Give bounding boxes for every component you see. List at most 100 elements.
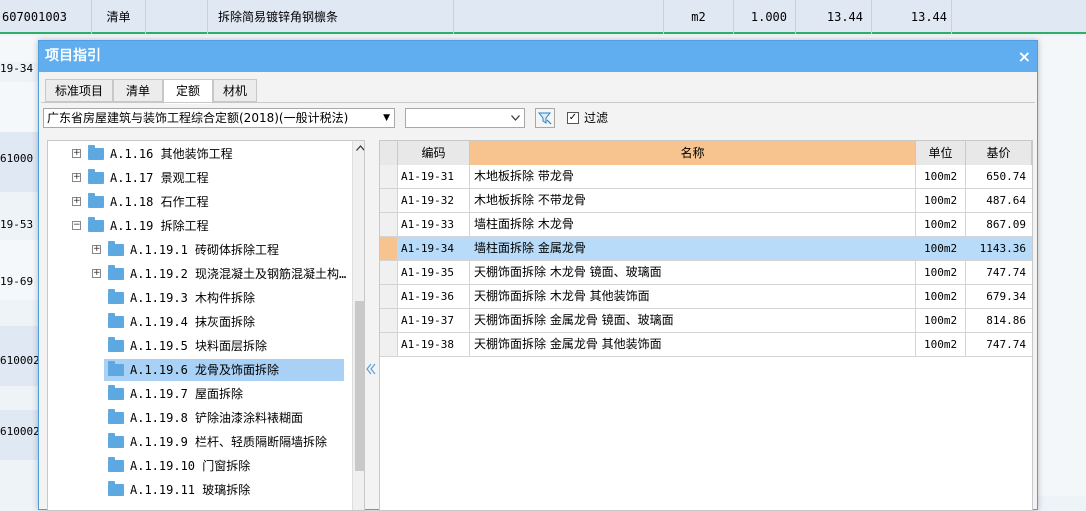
tree-item-label: A.1.19.11 玻璃拆除 bbox=[130, 483, 251, 497]
chevron-down-icon: ▼ bbox=[383, 113, 390, 123]
expand-icon[interactable]: + bbox=[72, 149, 81, 158]
expand-icon[interactable]: + bbox=[72, 173, 81, 182]
tree-item[interactable]: + A.1.19.1 砖砌体拆除工程 bbox=[48, 239, 352, 261]
cell-unit: 100m2 bbox=[916, 237, 966, 260]
cell-code: A1-19-37 bbox=[398, 309, 470, 332]
cell-name: 天棚饰面拆除 金属龙骨 镜面、玻璃面 bbox=[470, 309, 916, 332]
row-indicator[interactable] bbox=[380, 213, 398, 236]
sheet-cell-empty[interactable] bbox=[454, 0, 664, 34]
tab-materials[interactable]: 材机 bbox=[213, 79, 257, 102]
tree-item[interactable]: A.1.19.3 木构件拆除 bbox=[48, 287, 352, 309]
chevron-down-icon bbox=[511, 115, 520, 121]
tab-standard-items[interactable]: 标准项目 bbox=[45, 79, 113, 102]
tree-item-label: A.1.19.5 块料面层拆除 bbox=[130, 339, 268, 353]
row-indicator[interactable] bbox=[380, 285, 398, 308]
cell-code: A1-19-33 bbox=[398, 213, 470, 236]
tree-item-label: A.1.18 石作工程 bbox=[110, 195, 209, 209]
dialog-titlebar[interactable]: 项目指引 × bbox=[39, 41, 1037, 72]
tree-item[interactable]: + A.1.17 景观工程 bbox=[48, 167, 352, 189]
sheet-cell-empty[interactable] bbox=[952, 0, 1086, 34]
tree-item[interactable]: A.1.19.7 屋面拆除 bbox=[48, 383, 352, 405]
table-row[interactable]: A1-19-37 天棚饰面拆除 金属龙骨 镜面、玻璃面 100m2 814.86 bbox=[380, 309, 1032, 333]
tab-bill[interactable]: 清单 bbox=[113, 79, 163, 102]
cell-price: 650.74 bbox=[986, 170, 1026, 183]
quota-library-select[interactable]: 广东省房屋建筑与装饰工程综合定额(2018)(一般计税法) ▼ bbox=[43, 108, 395, 128]
double-chevron-left-icon bbox=[366, 363, 376, 375]
cell-unit: 100m2 bbox=[916, 213, 966, 236]
tree-item[interactable]: + A.1.16 其他装饰工程 bbox=[48, 143, 352, 165]
cell-code: A1-19-35 bbox=[398, 261, 470, 284]
filter-checkbox[interactable]: ✓ bbox=[567, 112, 579, 124]
expand-icon[interactable]: + bbox=[72, 197, 81, 206]
tree-item[interactable]: A.1.19.9 栏杆、轻质隔断隔墙拆除 bbox=[48, 431, 352, 453]
funnel-icon bbox=[537, 112, 552, 125]
sheet-row-top[interactable]: 607001003 清单 拆除简易镀锌角钢檩条 m2 1.000 13.44 1… bbox=[0, 0, 1086, 34]
filter-funnel-button[interactable] bbox=[535, 108, 555, 128]
row-indicator[interactable] bbox=[380, 165, 398, 188]
tree-item[interactable]: A.1.19.4 抹灰面拆除 bbox=[48, 311, 352, 333]
folder-icon bbox=[108, 361, 124, 376]
table-row[interactable]: A1-19-36 天棚饰面拆除 木龙骨 其他装饰面 100m2 679.34 bbox=[380, 285, 1032, 309]
tab-quota[interactable]: 定额 bbox=[163, 79, 213, 104]
table-row[interactable]: A1-19-35 天棚饰面拆除 木龙骨 镜面、玻璃面 100m2 747.74 bbox=[380, 261, 1032, 285]
cell-unit: 100m2 bbox=[916, 309, 966, 332]
tree-item-label: A.1.17 景观工程 bbox=[110, 171, 209, 185]
tree-item-label: A.1.19.8 铲除油漆涂料裱糊面 bbox=[130, 411, 304, 425]
expand-icon[interactable]: + bbox=[92, 269, 101, 278]
tree-scrollbar[interactable] bbox=[352, 141, 364, 510]
table-row-selected[interactable]: A1-19-34 墙柱面拆除 金属龙骨 100m2 1143.36 bbox=[380, 237, 1032, 261]
cell-price: 679.34 bbox=[986, 290, 1026, 303]
table-row[interactable]: A1-19-32 木地板拆除 不带龙骨 100m2 487.64 bbox=[380, 189, 1032, 213]
table-row[interactable]: A1-19-38 天棚饰面拆除 金属龙骨 其他装饰面 100m2 747.74 bbox=[380, 333, 1032, 357]
expand-icon[interactable]: + bbox=[92, 245, 101, 254]
table-row[interactable]: A1-19-31 木地板拆除 带龙骨 100m2 650.74 bbox=[380, 165, 1032, 189]
tree-item-selected[interactable]: A.1.19.6 龙骨及饰面拆除 bbox=[104, 359, 344, 381]
row-indicator[interactable] bbox=[380, 189, 398, 212]
filter-select[interactable] bbox=[405, 108, 525, 128]
collapse-icon[interactable]: − bbox=[72, 221, 81, 230]
sheet-cell-type[interactable]: 清单 bbox=[92, 0, 146, 34]
column-header-unit[interactable]: 单位 bbox=[916, 141, 966, 165]
column-header-name[interactable]: 名称 bbox=[470, 141, 916, 165]
tree-item[interactable]: A.1.19.11 玻璃拆除 bbox=[48, 479, 352, 501]
sheet-row-label: 610002 bbox=[0, 425, 40, 438]
sheet-cell-total[interactable]: 13.44 bbox=[872, 0, 952, 34]
close-icon[interactable]: × bbox=[1018, 41, 1031, 72]
row-indicator[interactable] bbox=[380, 309, 398, 332]
row-indicator[interactable] bbox=[380, 261, 398, 284]
sheet-row-label: 19-69 bbox=[0, 275, 34, 288]
row-indicator[interactable] bbox=[380, 237, 398, 260]
sheet-cell-code[interactable]: 607001003 bbox=[0, 0, 92, 34]
column-header-code[interactable]: 编码 bbox=[398, 141, 470, 165]
sheet-cell-price[interactable]: 13.44 bbox=[796, 0, 872, 34]
tree-item[interactable]: A.1.19.10 门窗拆除 bbox=[48, 455, 352, 477]
row-indicator[interactable] bbox=[380, 333, 398, 356]
chapter-tree: + A.1.16 其他装饰工程 + A.1.17 景观工程 + A.1.18 石… bbox=[47, 140, 365, 511]
tree-item[interactable]: + A.1.18 石作工程 bbox=[48, 191, 352, 213]
sheet-cell-name[interactable]: 拆除简易镀锌角钢檩条 bbox=[208, 0, 454, 34]
tree-item[interactable]: A.1.19.8 铲除油漆涂料裱糊面 bbox=[48, 407, 352, 429]
cell-name: 天棚饰面拆除 金属龙骨 其他装饰面 bbox=[470, 333, 916, 356]
chevron-up-icon[interactable] bbox=[353, 141, 364, 157]
folder-icon bbox=[88, 217, 104, 232]
tree-item-label: A.1.19.6 龙骨及饰面拆除 bbox=[130, 363, 280, 377]
quota-library-value: 广东省房屋建筑与装饰工程综合定额(2018)(一般计税法) bbox=[47, 111, 349, 125]
column-header-price[interactable]: 基价 bbox=[966, 141, 1032, 165]
cell-price: 1143.36 bbox=[979, 242, 1026, 255]
tree-item-label: A.1.16 其他装饰工程 bbox=[110, 147, 233, 161]
tree-item[interactable]: − A.1.19 拆除工程 bbox=[48, 215, 352, 237]
sheet-cell-empty[interactable] bbox=[146, 0, 208, 34]
cell-name: 天棚饰面拆除 木龙骨 镜面、玻璃面 bbox=[470, 261, 916, 284]
tree-scroll-thumb[interactable] bbox=[355, 301, 364, 471]
folder-icon bbox=[108, 481, 124, 496]
cell-code: A1-19-31 bbox=[398, 165, 470, 188]
sheet-cell-unit[interactable]: m2 bbox=[664, 0, 734, 34]
tree-item-label: A.1.19.7 屋面拆除 bbox=[130, 387, 244, 401]
table-row[interactable]: A1-19-33 墙柱面拆除 木龙骨 100m2 867.09 bbox=[380, 213, 1032, 237]
tree-item[interactable]: A.1.19.5 块料面层拆除 bbox=[48, 335, 352, 357]
collapse-left-icon[interactable] bbox=[366, 363, 376, 378]
cell-unit: 100m2 bbox=[916, 165, 966, 188]
sheet-cell-qty[interactable]: 1.000 bbox=[734, 0, 796, 34]
tree-item-label: A.1.19 拆除工程 bbox=[110, 219, 209, 233]
tree-item[interactable]: + A.1.19.2 现浇混凝土及钢筋混凝土构… bbox=[48, 263, 352, 285]
